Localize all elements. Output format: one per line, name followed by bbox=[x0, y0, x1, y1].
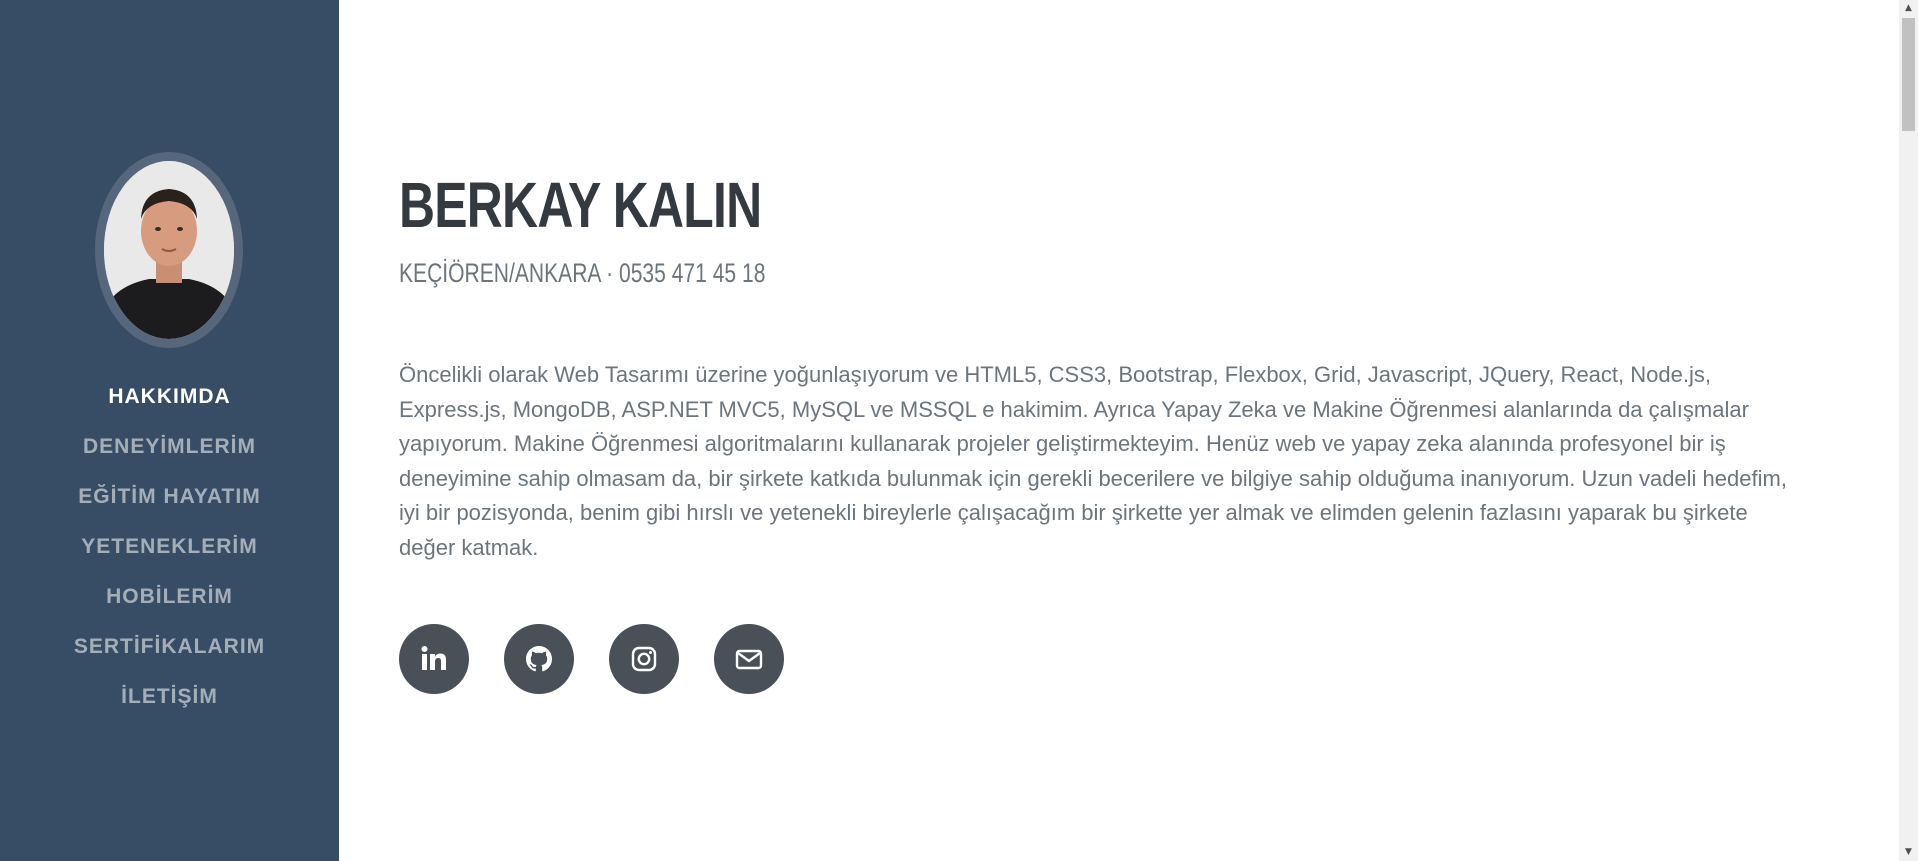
social-icons bbox=[399, 624, 784, 694]
scroll-up-arrow-icon[interactable]: ▲ bbox=[1899, 0, 1918, 17]
avatar-frame bbox=[95, 152, 243, 348]
envelope-icon bbox=[735, 649, 763, 670]
sidebar-nav: HAKKIMDA DENEYİMLERİM EĞİTİM HAYATIM YET… bbox=[0, 378, 339, 728]
sidebar: HAKKIMDA DENEYİMLERİM EĞİTİM HAYATIM YET… bbox=[0, 0, 339, 861]
avatar bbox=[104, 161, 234, 339]
linkedin-icon bbox=[421, 646, 446, 670]
instagram-button[interactable] bbox=[609, 624, 679, 694]
email-button[interactable] bbox=[714, 624, 784, 694]
contact-subheading: KEÇİÖREN/ANKARA · 0535 471 45 18 bbox=[399, 258, 766, 288]
profile-photo bbox=[104, 161, 234, 339]
scrollbar[interactable]: ▲ ▼ bbox=[1899, 0, 1918, 861]
nav-item-sertifikalarim[interactable]: SERTİFİKALARIM bbox=[0, 628, 339, 678]
nav-item-deneyimlerim[interactable]: DENEYİMLERİM bbox=[0, 428, 339, 478]
page-title: BERKAY KALIN bbox=[399, 169, 762, 241]
nav-item-hobilerim[interactable]: HOBİLERİM bbox=[0, 578, 339, 628]
instagram-icon bbox=[631, 646, 657, 672]
about-description: Öncelikli olarak Web Tasarımı üzerine yo… bbox=[399, 362, 1787, 560]
nav-item-yeteneklerim[interactable]: YETENEKLERİM bbox=[0, 528, 339, 578]
linkedin-button[interactable] bbox=[399, 624, 469, 694]
github-button[interactable] bbox=[504, 624, 574, 694]
nav-item-iletisim[interactable]: İLETİŞİM bbox=[0, 678, 339, 728]
scroll-down-arrow-icon[interactable]: ▼ bbox=[1899, 844, 1918, 861]
scrollbar-thumb[interactable] bbox=[1902, 18, 1915, 131]
about-section: BERKAY KALIN KEÇİÖREN/ANKARA · 0535 471 … bbox=[339, 0, 1899, 861]
nav-item-hakkimda[interactable]: HAKKIMDA bbox=[0, 378, 339, 428]
github-icon bbox=[526, 646, 552, 672]
nav-item-egitim-hayatim[interactable]: EĞİTİM HAYATIM bbox=[0, 478, 339, 528]
